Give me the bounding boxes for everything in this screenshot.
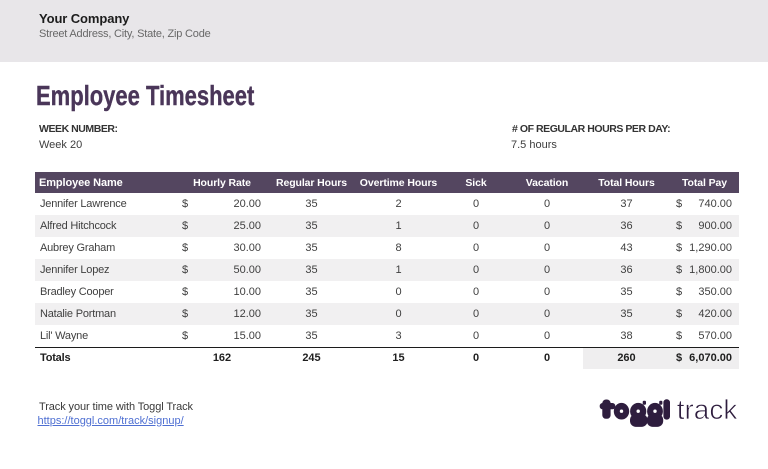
svg-text:track: track [677, 395, 739, 425]
